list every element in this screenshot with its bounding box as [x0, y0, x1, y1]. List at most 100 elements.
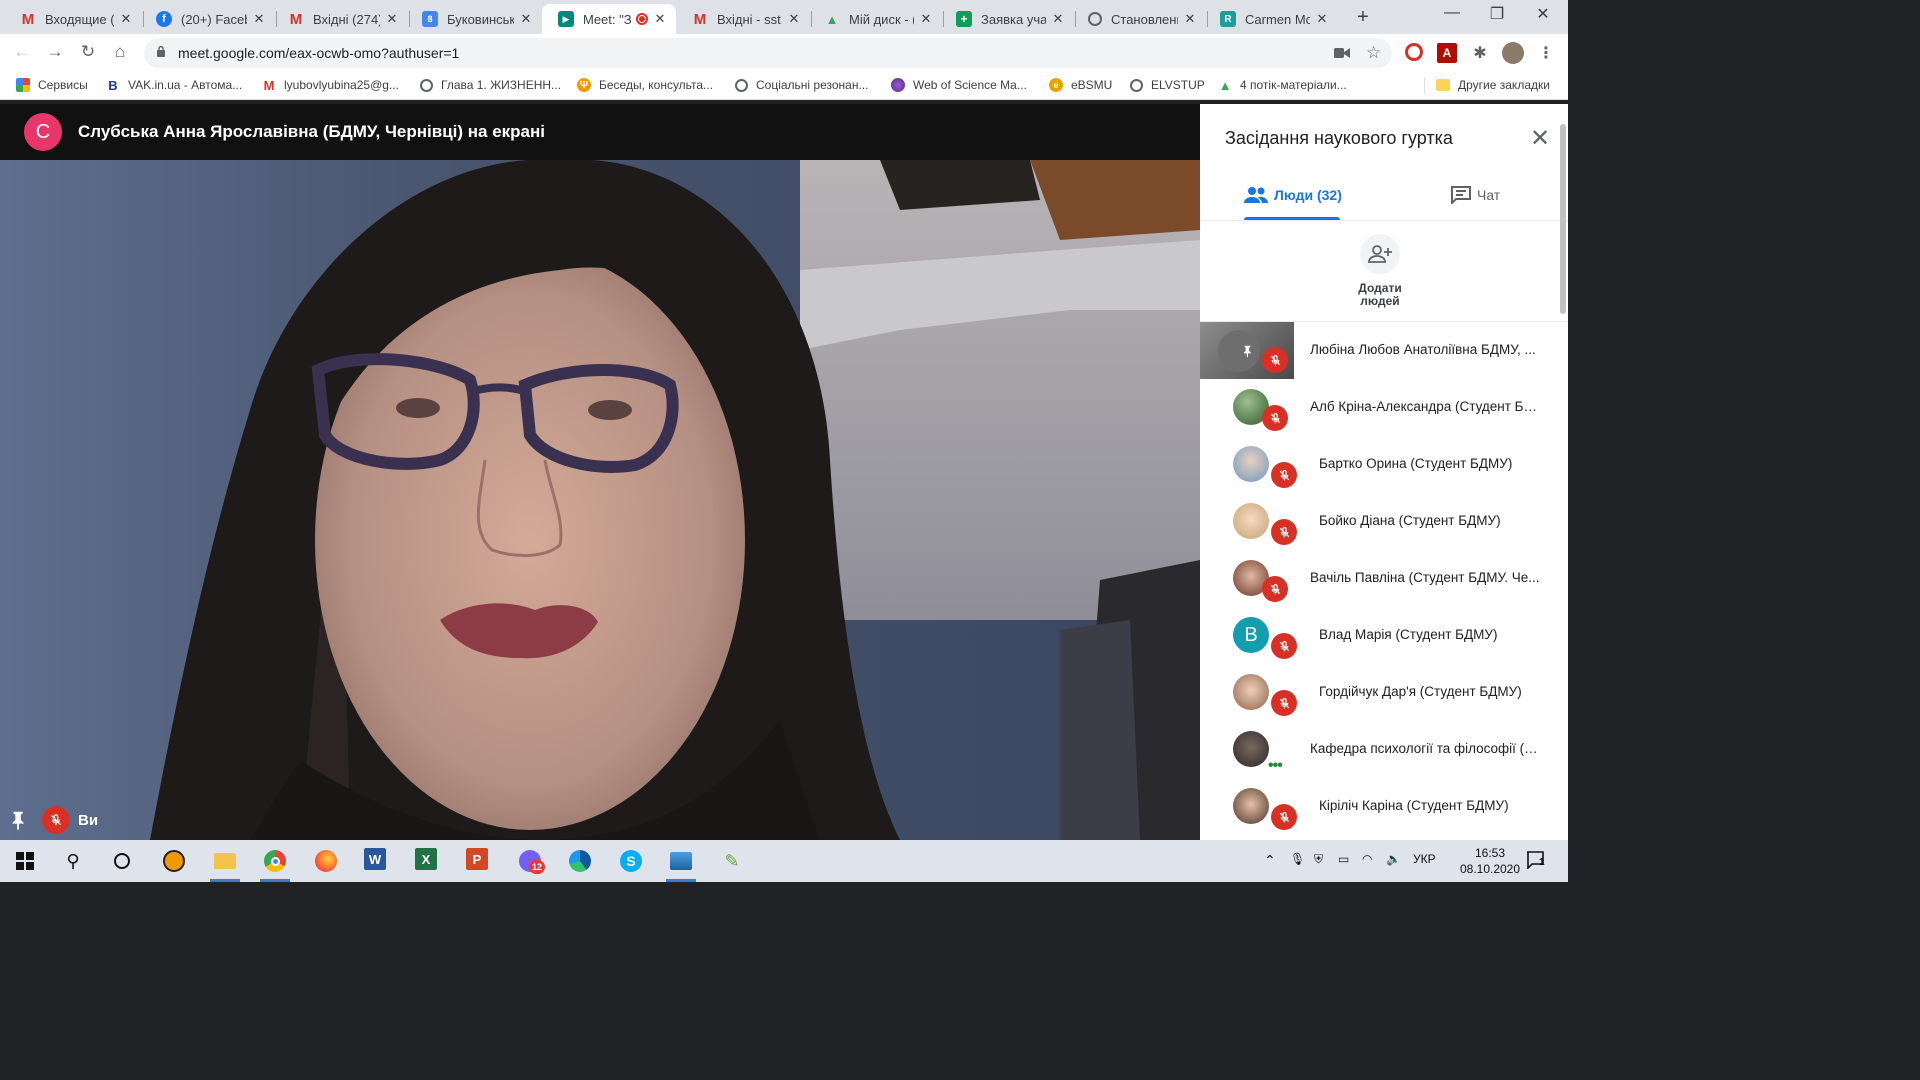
- participant-row[interactable]: ••• Кафедра психології та філософії (Пі.…: [1200, 721, 1560, 778]
- system-clock[interactable]: 16:53 08.10.2020: [1450, 845, 1530, 877]
- forward-button[interactable]: →: [43, 42, 67, 62]
- home-button[interactable]: ⌂: [108, 42, 132, 62]
- tab-chat[interactable]: Чат: [1451, 186, 1500, 204]
- participant-row[interactable]: Вачіль Павліна (Студент БДМУ. Че...: [1200, 550, 1560, 607]
- browser-tab[interactable]: 8 Буковинськ ✕: [406, 4, 542, 34]
- volume-icon[interactable]: 🔈: [1386, 852, 1401, 866]
- close-tab-icon[interactable]: ✕: [652, 11, 668, 27]
- participant-avatar: [1233, 788, 1269, 824]
- browser-tab-active[interactable]: ▶ Meet: "З ✕: [542, 4, 676, 34]
- address-bar[interactable]: meet.google.com/eax-ocwb-omo?authuser=1 …: [144, 38, 1392, 68]
- microphone-tray-icon[interactable]: 🎙: [1290, 852, 1305, 866]
- show-hidden-icons-chevron[interactable]: ⌃: [1264, 852, 1276, 869]
- browser-tab[interactable]: ▲ Мій диск - ( ✕: [808, 4, 942, 34]
- gmail-icon: M: [21, 10, 35, 28]
- close-tab-icon[interactable]: ✕: [918, 11, 934, 27]
- bookmark-label: Web of Science Ma...: [913, 78, 1027, 92]
- task-view-icon[interactable]: [109, 848, 135, 874]
- bookmark-item[interactable]: e eBSMU: [1049, 78, 1112, 92]
- windows-start-icon[interactable]: [12, 848, 38, 874]
- close-tab-icon[interactable]: ✕: [786, 11, 802, 27]
- bookmark-item[interactable]: ELVSTUP: [1130, 78, 1205, 92]
- participant-row[interactable]: Гордійчук Дар'я (Студент БДМУ): [1200, 664, 1560, 721]
- participant-row[interactable]: Алб Кріна-Александра (Студент БД...: [1200, 379, 1560, 436]
- close-tab-icon[interactable]: ✕: [1182, 11, 1198, 27]
- avast-icon[interactable]: [161, 848, 187, 874]
- pin-icon[interactable]: [8, 809, 30, 831]
- excel-icon[interactable]: X: [415, 848, 437, 870]
- paint-icon[interactable]: ✎: [719, 848, 745, 874]
- tab-title: (20+) Facebo: [181, 11, 247, 27]
- search-icon[interactable]: ⚲: [60, 848, 86, 874]
- photos-icon[interactable]: [668, 848, 694, 874]
- close-tab-icon[interactable]: ✕: [518, 11, 534, 27]
- notification-center-icon[interactable]: 1: [1526, 851, 1546, 874]
- minimize-window-button[interactable]: —: [1429, 4, 1475, 22]
- url-text: meet.google.com/eax-ocwb-omo?authuser=1: [178, 45, 460, 61]
- self-mic-off-icon[interactable]: [42, 806, 70, 834]
- extensions-puzzle-icon[interactable]: ✱: [1470, 43, 1490, 63]
- bookmark-item[interactable]: ▲ 4 потік-матеріали...: [1218, 78, 1347, 93]
- powerpoint-icon[interactable]: P: [466, 848, 488, 870]
- close-tab-icon[interactable]: ✕: [384, 11, 400, 27]
- close-panel-button[interactable]: ✕: [1526, 124, 1554, 153]
- bookmarks-bar: Сервисы B VAK.in.ua - Автома... M lyubov…: [0, 72, 1568, 100]
- tab-people[interactable]: Люди (32): [1244, 186, 1342, 204]
- bookmark-label: Беседы, консульта...: [599, 78, 714, 92]
- add-people-button[interactable]: Додати людей: [1350, 234, 1410, 308]
- bookmark-item[interactable]: Ψ Беседы, консульта...: [577, 78, 713, 92]
- new-tab-button[interactable]: +: [1352, 6, 1374, 29]
- input-language[interactable]: УКР: [1413, 852, 1436, 866]
- bookmark-item[interactable]: Глава 1. ЖИЗНЕНН...: [420, 78, 561, 92]
- running-indicator: [210, 879, 240, 882]
- chrome-icon[interactable]: [262, 848, 288, 874]
- profile-avatar[interactable]: [1502, 42, 1524, 64]
- bookmark-item[interactable]: M lyubovlyubina25@g...: [262, 78, 399, 93]
- browser-tab[interactable]: R Carmen McF ✕: [1204, 4, 1338, 34]
- participant-row[interactable]: Бартко Орина (Студент БДМУ): [1200, 436, 1560, 493]
- browser-tab[interactable]: f (20+) Facebo ✕: [140, 4, 275, 34]
- bookmark-apps[interactable]: Сервисы: [16, 78, 88, 92]
- participant-row[interactable]: Бойко Діана (Студент БДМУ): [1200, 493, 1560, 550]
- close-tab-icon[interactable]: ✕: [251, 11, 267, 27]
- wifi-icon[interactable]: ◠: [1362, 852, 1372, 866]
- globe-icon: [735, 78, 748, 92]
- viber-icon[interactable]: 12: [517, 848, 545, 874]
- participant-row[interactable]: Кіріліч Каріна (Студент БДМУ): [1200, 778, 1560, 835]
- close-window-button[interactable]: ✕: [1520, 4, 1566, 24]
- pdf-extension-icon[interactable]: A: [1437, 43, 1457, 63]
- security-shield-icon[interactable]: ⛨: [1314, 852, 1323, 867]
- back-button[interactable]: ←: [10, 42, 34, 62]
- file-explorer-icon[interactable]: [212, 848, 238, 874]
- participant-name: Влад Марія (Студент БДМУ): [1319, 627, 1498, 642]
- bookmark-star-icon[interactable]: ☆: [1366, 43, 1381, 63]
- camera-in-use-icon[interactable]: [1334, 47, 1350, 59]
- edge-icon[interactable]: [567, 848, 593, 874]
- browser-tab[interactable]: M Входящие (1 ✕: [4, 4, 142, 34]
- participant-row[interactable]: В Влад Марія (Студент БДМУ): [1200, 607, 1560, 664]
- other-bookmarks-folder[interactable]: Другие закладки: [1436, 78, 1550, 92]
- bookmark-item[interactable]: B VAK.in.ua - Автома...: [106, 78, 242, 93]
- bookmark-item[interactable]: Web of Science Ma...: [891, 78, 1027, 92]
- reload-button[interactable]: ↻: [76, 42, 100, 62]
- browser-tab[interactable]: M Вхідні (274) ✕: [272, 4, 408, 34]
- skype-icon[interactable]: S: [618, 848, 644, 874]
- participant-row[interactable]: Любіна Любов Анатоліївна БДМУ, ...: [1200, 322, 1560, 379]
- browser-tab[interactable]: M Вхідні - sst.c ✕: [676, 4, 810, 34]
- participant-list-scrollbar[interactable]: [1560, 124, 1566, 314]
- browser-tab[interactable]: + Заявка учас ✕: [940, 4, 1074, 34]
- tab-title: Carmen McF: [1245, 11, 1310, 27]
- firefox-icon[interactable]: [313, 848, 339, 874]
- close-tab-icon[interactable]: ✕: [1314, 11, 1330, 27]
- maximize-window-button[interactable]: ❐: [1474, 4, 1520, 24]
- tab-title: Буковинськ: [447, 11, 514, 27]
- browser-tab[interactable]: Становлени ✕: [1072, 4, 1206, 34]
- close-tab-icon[interactable]: ✕: [1050, 11, 1066, 27]
- word-icon[interactable]: W: [364, 848, 386, 870]
- close-tab-icon[interactable]: ✕: [118, 11, 134, 27]
- meet-window: С Слубська Анна Ярославівна (БДМУ, Черні…: [0, 104, 1568, 840]
- opera-extension-icon[interactable]: [1405, 43, 1423, 61]
- bookmark-item[interactable]: Соціальні резонан...: [735, 78, 869, 92]
- battery-icon[interactable]: ▭: [1338, 852, 1349, 866]
- browser-menu-icon[interactable]: ⋮: [1536, 43, 1556, 63]
